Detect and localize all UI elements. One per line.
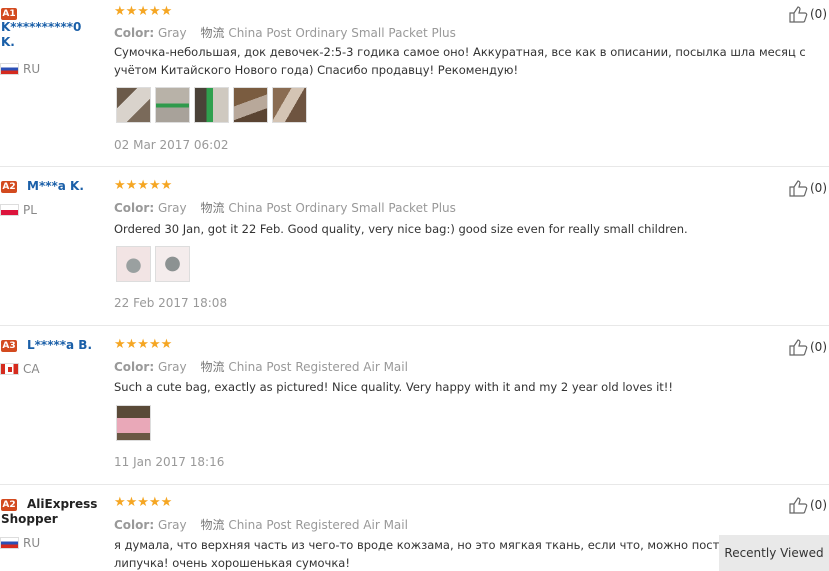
review-text: Such a cute bag, exactly as pictured! Ni… — [114, 380, 674, 394]
review-item: A3 L*****a B. CA ★★★★★ Color: Gray 物流 Ch… — [0, 326, 829, 485]
poland-flag-icon — [0, 204, 19, 216]
review-photo[interactable] — [194, 87, 229, 123]
review-photo[interactable] — [116, 246, 151, 282]
review-photo[interactable] — [272, 87, 307, 123]
reviewer-country: RU — [0, 536, 40, 550]
rating-stars: ★★★★★ — [114, 4, 173, 19]
rating-stars: ★★★★★ — [114, 178, 173, 193]
review-photos — [116, 246, 190, 282]
review-attributes: Color: Gray 物流 China Post Registered Air… — [114, 360, 408, 374]
review-text: Ordered 30 Jan, got it 22 Feb. Good qual… — [114, 222, 688, 236]
reviewer-country: PL — [0, 203, 37, 217]
review-item: A1 K**********0 K. RU ★★★★★ Color: Gray … — [0, 0, 829, 167]
rating-stars: ★★★★★ — [114, 495, 173, 510]
review-photo[interactable] — [116, 87, 151, 123]
review-item: A2 AliExpress Shopper RU ★★★★★ Color: Gr… — [0, 485, 829, 571]
reviewer-name[interactable]: L*****a B. — [27, 338, 92, 353]
rating-stars: ★★★★★ — [114, 337, 173, 352]
reviewer-name[interactable]: K**********0 K. — [1, 20, 81, 50]
review-photo[interactable] — [155, 87, 190, 123]
russia-flag-icon — [0, 63, 19, 75]
like-button[interactable]: (0) — [788, 338, 827, 356]
review-date: 22 Feb 2017 18:08 — [114, 296, 228, 310]
like-button[interactable]: (0) — [788, 496, 827, 514]
review-photo[interactable] — [155, 246, 190, 282]
thumbs-up-icon — [789, 180, 808, 197]
review-photos — [116, 405, 151, 441]
review-date: 11 Jan 2017 18:16 — [114, 455, 225, 469]
russia-flag-icon — [0, 537, 19, 549]
review-attributes: Color: Gray 物流 China Post Registered Air… — [114, 518, 408, 532]
buyer-level-badge: A3 — [1, 340, 17, 352]
review-text: я думала, что верхняя часть из чего-то в… — [114, 538, 759, 570]
buyer-level-badge: A2 — [1, 181, 17, 193]
thumbs-up-icon — [789, 497, 808, 514]
review-photos — [116, 87, 307, 123]
recently-viewed-button[interactable]: Recently Viewed — [719, 535, 829, 571]
reviewer-name[interactable]: AliExpress Shopper — [1, 497, 97, 527]
buyer-level-badge: A1 — [1, 8, 17, 20]
review-photo[interactable] — [233, 87, 268, 123]
review-date: 02 Mar 2017 06:02 — [114, 138, 229, 152]
review-photo[interactable] — [116, 405, 151, 441]
reviewer-country: RU — [0, 62, 40, 76]
review-attributes: Color: Gray 物流 China Post Ordinary Small… — [114, 201, 456, 215]
thumbs-up-icon — [789, 339, 808, 356]
review-text: Сумочка-небольшая, док девочек-2:5-3 год… — [114, 45, 806, 77]
like-button[interactable]: (0) — [788, 5, 827, 23]
reviewer-name[interactable]: M***a K. — [27, 179, 84, 194]
review-item: A2 M***a K. PL ★★★★★ Color: Gray 物流 Chin… — [0, 167, 829, 326]
reviewer-country: CA — [0, 362, 40, 376]
canada-flag-icon — [0, 363, 19, 375]
review-attributes: Color: Gray 物流 China Post Ordinary Small… — [114, 26, 456, 40]
like-button[interactable]: (0) — [788, 179, 827, 197]
thumbs-up-icon — [789, 6, 808, 23]
